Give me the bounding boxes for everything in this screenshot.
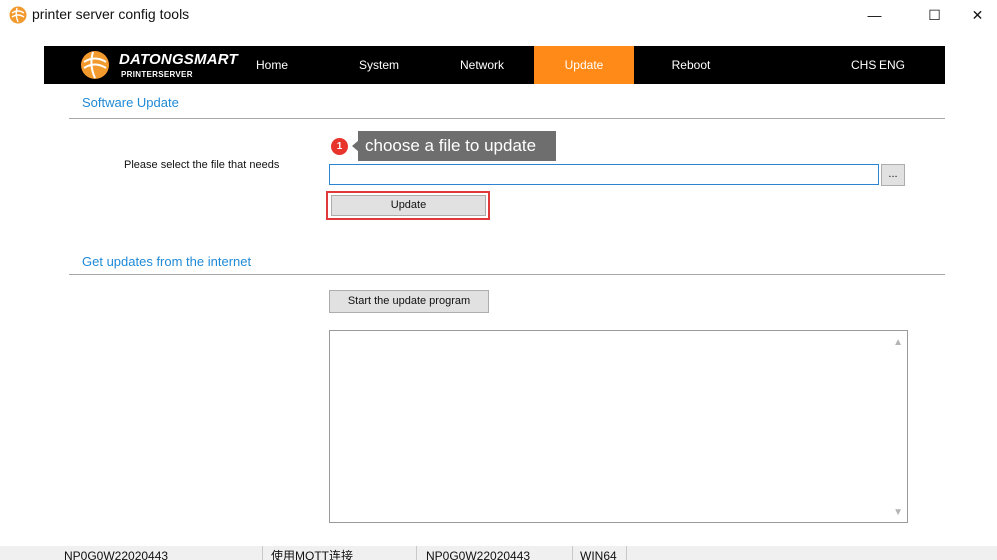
- update-button[interactable]: Update: [331, 195, 486, 216]
- brand-subtitle: PRINTERSERVER: [121, 70, 193, 79]
- status-platform: WIN64: [580, 549, 617, 560]
- start-update-program-button[interactable]: Start the update program: [329, 290, 489, 313]
- brand-logo: [81, 51, 109, 79]
- window-title: printer server config tools: [32, 6, 190, 22]
- status-separator: [416, 546, 417, 560]
- step-badge: 1: [331, 138, 348, 155]
- browse-button[interactable]: ...: [881, 164, 905, 186]
- software-update-title: Software Update: [82, 95, 179, 110]
- guide-tooltip: choose a file to update: [358, 131, 556, 161]
- status-bar: NP0G0W22020443 使用MQTT连接 NP0G0W22020443 W…: [0, 546, 997, 560]
- top-navbar: DATONGSMART PRINTERSERVER Home System Ne…: [44, 46, 945, 84]
- nav-reboot[interactable]: Reboot: [656, 46, 726, 84]
- status-connection: 使用MQTT连接: [271, 549, 353, 560]
- scroll-up-icon[interactable]: ▲: [893, 337, 903, 348]
- nav-system[interactable]: System: [344, 46, 414, 84]
- brand-name: DATONGSMART: [119, 51, 238, 68]
- status-separator: [626, 546, 627, 560]
- nav-network[interactable]: Network: [446, 46, 518, 84]
- status-device-id: NP0G0W22020443: [64, 549, 169, 560]
- maximize-button[interactable]: ☐: [912, 0, 957, 30]
- nav-home[interactable]: Home: [242, 46, 302, 84]
- update-log-textarea[interactable]: ▲ ▼: [329, 330, 908, 523]
- nav-update-active[interactable]: Update: [534, 46, 634, 84]
- status-separator: [572, 546, 573, 560]
- status-device-id-2: NP0G0W22020443: [426, 549, 531, 560]
- lang-chs-link[interactable]: CHS: [851, 46, 876, 84]
- minimize-button[interactable]: —: [852, 0, 897, 30]
- file-select-label: Please select the file that needs: [124, 159, 280, 171]
- file-path-input[interactable]: [329, 164, 879, 185]
- section-divider: [69, 274, 945, 275]
- status-separator: [262, 546, 263, 560]
- lang-eng-link[interactable]: ENG: [879, 46, 905, 84]
- internet-update-title: Get updates from the internet: [82, 254, 252, 269]
- app-icon: [9, 6, 27, 24]
- section-divider: [69, 118, 945, 119]
- window-titlebar: printer server config tools — ☐ ✕: [0, 0, 997, 30]
- close-button[interactable]: ✕: [955, 0, 997, 30]
- scroll-down-icon[interactable]: ▼: [893, 507, 903, 518]
